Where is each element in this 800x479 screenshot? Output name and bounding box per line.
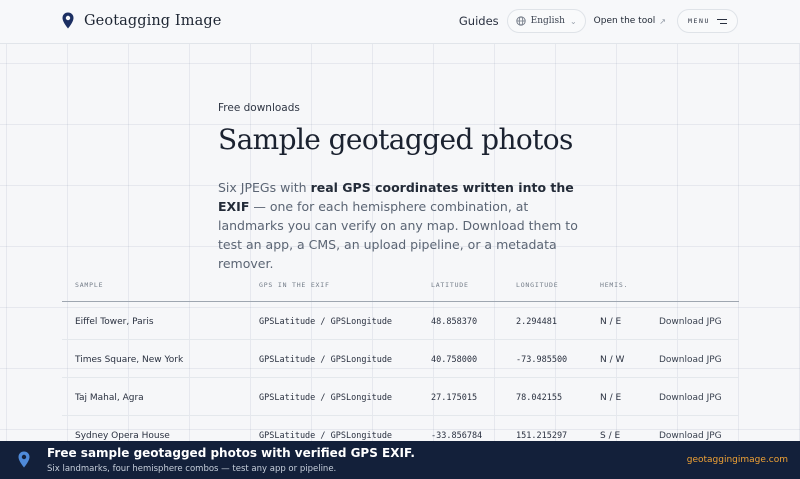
latitude-value: 27.175015	[431, 393, 478, 403]
site-header: Geotagging Image Guides English ⌄ Open t…	[0, 0, 800, 44]
sample-name: Sydney Opera House	[75, 431, 170, 441]
language-selector[interactable]: English ⌄	[506, 9, 586, 33]
map-pin-icon	[62, 12, 74, 29]
table-row: Taj Mahal, Agra GPSLatitude / GPSLongitu…	[62, 378, 739, 416]
logo-text: Geotagging Image	[84, 12, 222, 29]
arrow-up-right-icon: ↗	[659, 16, 666, 26]
eyebrow-label: Free downloads	[218, 102, 300, 114]
column-header-gps: GPS IN THE EXIF	[259, 281, 330, 289]
main-nav: Guides English ⌄ Open the tool ↗ MENU	[459, 9, 738, 33]
download-jpg-link[interactable]: Download JPG	[659, 431, 722, 441]
longitude-value: 151.215297	[516, 431, 568, 441]
gps-tags: GPSLatitude / GPSLongitude	[259, 431, 393, 441]
latitude-value: 40.758000	[431, 355, 478, 365]
latitude-value: -33.856784	[431, 431, 483, 441]
hemisphere-value: N / E	[600, 317, 622, 327]
banner-title: Free sample geotagged photos with verifi…	[47, 446, 415, 460]
open-tool-label: Open the tool	[593, 16, 656, 26]
column-header-hemisphere: HEMIS.	[600, 281, 629, 289]
intro-paragraph: Six JPEGs with real GPS coordinates writ…	[218, 178, 588, 273]
sample-name: Eiffel Tower, Paris	[75, 317, 154, 327]
hemisphere-value: N / W	[600, 355, 625, 365]
table-row: Times Square, New York GPSLatitude / GPS…	[62, 340, 739, 378]
site-logo[interactable]: Geotagging Image	[62, 12, 221, 29]
table-header: SAMPLE GPS IN THE EXIF LATITUDE LONGITUD…	[62, 270, 739, 302]
hamburger-icon	[717, 18, 727, 24]
intro-text-end: — one for each hemisphere combination, a…	[218, 199, 578, 271]
download-jpg-link[interactable]: Download JPG	[659, 355, 722, 365]
promo-banner: Free sample geotagged photos with verifi…	[0, 441, 800, 479]
menu-label: MENU	[687, 17, 710, 25]
samples-table: SAMPLE GPS IN THE EXIF LATITUDE LONGITUD…	[62, 270, 739, 454]
column-header-longitude: LONGITUDE	[516, 281, 559, 289]
table-row: Eiffel Tower, Paris GPSLatitude / GPSLon…	[62, 302, 739, 340]
nav-guides-link[interactable]: Guides	[459, 14, 499, 28]
column-header-sample: SAMPLE	[75, 281, 104, 289]
hemisphere-value: N / E	[600, 393, 622, 403]
hemisphere-value: S / E	[600, 431, 621, 441]
sample-name: Times Square, New York	[75, 355, 184, 365]
gps-tags: GPSLatitude / GPSLongitude	[259, 317, 393, 327]
gps-tags: GPSLatitude / GPSLongitude	[259, 393, 393, 403]
chevron-down-icon: ⌄	[569, 16, 577, 26]
banner-subtitle: Six landmarks, four hemisphere combos — …	[47, 464, 337, 474]
map-pin-icon	[18, 451, 30, 468]
latitude-value: 48.858370	[431, 317, 478, 327]
language-label: English	[530, 16, 565, 26]
longitude-value: -73.985500	[516, 355, 568, 365]
sample-name: Taj Mahal, Agra	[75, 393, 144, 403]
column-header-latitude: LATITUDE	[431, 281, 469, 289]
menu-button[interactable]: MENU	[676, 9, 738, 33]
open-tool-link[interactable]: Open the tool ↗	[594, 16, 666, 26]
longitude-value: 78.042155	[516, 393, 563, 403]
page-title: Sample geotagged photos	[218, 123, 573, 156]
banner-site-link[interactable]: geotaggingimage.com	[687, 455, 788, 465]
gps-tags: GPSLatitude / GPSLongitude	[259, 355, 393, 365]
globe-icon	[515, 16, 526, 26]
intro-text-start: Six JPEGs with	[218, 180, 311, 195]
download-jpg-link[interactable]: Download JPG	[659, 393, 722, 403]
longitude-value: 2.294481	[516, 317, 557, 327]
download-jpg-link[interactable]: Download JPG	[659, 317, 722, 327]
